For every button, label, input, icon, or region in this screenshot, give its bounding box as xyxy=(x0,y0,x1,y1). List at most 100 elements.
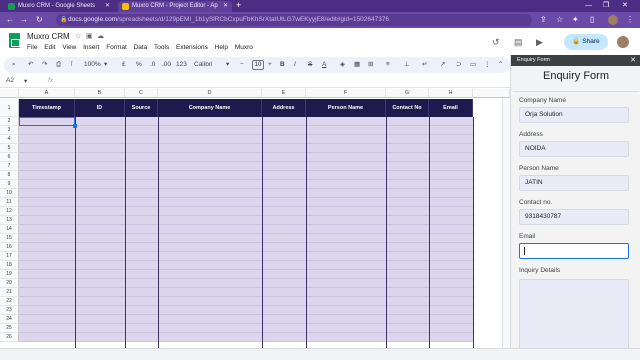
redo-icon[interactable]: ↷ xyxy=(42,60,47,70)
tab-project-editor[interactable]: Muxro CRM - Project Editor - Ap ✕ xyxy=(118,1,232,12)
table-row[interactable] xyxy=(19,315,473,324)
row-header[interactable]: 14 xyxy=(0,225,19,234)
profile-avatar[interactable] xyxy=(608,15,618,25)
email-field[interactable] xyxy=(519,243,629,259)
vertical-align-icon[interactable]: ⊥ xyxy=(404,60,410,70)
table-row[interactable] xyxy=(19,234,473,243)
row-header[interactable]: 10 xyxy=(0,189,19,198)
row-header[interactable]: 5 xyxy=(0,144,19,153)
star-icon[interactable]: ☆ xyxy=(75,32,81,40)
close-tab-icon[interactable]: ✕ xyxy=(105,1,110,12)
new-tab-icon[interactable]: + xyxy=(236,0,241,11)
row-header[interactable]: 13 xyxy=(0,216,19,225)
close-tab-icon[interactable]: ✕ xyxy=(223,1,228,12)
menu-tools[interactable]: Tools xyxy=(154,44,169,51)
table-row[interactable] xyxy=(19,279,473,288)
row-header[interactable]: 12 xyxy=(0,207,19,216)
table-row[interactable] xyxy=(19,288,473,297)
percent-format-button[interactable]: % xyxy=(136,60,142,70)
row-header[interactable]: 6 xyxy=(0,153,19,162)
text-rotation-icon[interactable]: ↗ xyxy=(440,60,445,70)
row-header[interactable]: 17 xyxy=(0,252,19,261)
table-row[interactable] xyxy=(19,261,473,270)
sheets-logo-icon[interactable] xyxy=(9,33,20,48)
table-row[interactable] xyxy=(19,297,473,306)
table-row[interactable] xyxy=(19,198,473,207)
move-folder-icon[interactable]: ▣ xyxy=(86,32,93,40)
table-row[interactable] xyxy=(19,153,473,162)
paint-format-icon[interactable]: ⊺ xyxy=(70,60,73,70)
italic-button[interactable]: I xyxy=(294,60,296,70)
company-name-field[interactable]: Orja Solution xyxy=(519,107,629,123)
header-cell-timestamp[interactable]: Timestamp xyxy=(19,99,75,117)
table-row[interactable] xyxy=(19,207,473,216)
column-header-c[interactable]: C xyxy=(125,89,158,98)
menu-file[interactable]: File xyxy=(27,44,37,51)
merge-cells-icon[interactable]: ⊞ xyxy=(368,60,373,70)
header-cell-address[interactable]: Address xyxy=(262,99,306,117)
url-input[interactable]: 🔒 docs.google.com/spreadsheets/d/129pEMI… xyxy=(56,14,532,26)
text-wrap-icon[interactable]: ↵ xyxy=(422,60,427,70)
header-cell-id[interactable]: ID xyxy=(75,99,125,117)
row-header[interactable]: 26 xyxy=(0,333,19,342)
font-size-increase-icon[interactable]: + xyxy=(268,60,272,70)
row-header[interactable]: 16 xyxy=(0,243,19,252)
user-avatar[interactable] xyxy=(616,35,630,49)
row-header[interactable]: 9 xyxy=(0,180,19,189)
row-header[interactable]: 15 xyxy=(0,234,19,243)
currency-format-button[interactable]: £ xyxy=(122,60,126,70)
person-name-field[interactable]: JATIN xyxy=(519,175,629,191)
strikethrough-button[interactable]: S xyxy=(308,60,312,70)
row-header[interactable]: 1 xyxy=(0,99,19,117)
formula-input[interactable] xyxy=(62,77,502,87)
fill-handle[interactable] xyxy=(73,124,77,128)
collapse-toolbar-icon[interactable]: ⌃ xyxy=(498,60,503,70)
row-header[interactable]: 4 xyxy=(0,135,19,144)
undo-icon[interactable]: ↶ xyxy=(28,60,33,70)
header-cell-person-name[interactable]: Person Name xyxy=(306,99,386,117)
more-formats-button[interactable]: 123 xyxy=(176,60,187,70)
table-row[interactable] xyxy=(19,171,473,180)
font-select[interactable]: Calibri xyxy=(194,60,212,70)
maximize-icon[interactable]: ❐ xyxy=(603,0,609,12)
spreadsheet-grid[interactable]: A B C D E F G H 1 2 3 4 5 6 7 8 9 10 11 12 13 14 15 16 1… xyxy=(0,89,510,349)
comment-icon[interactable]: ▭ xyxy=(470,60,476,70)
chevron-down-icon[interactable]: ▾ xyxy=(24,77,27,85)
menu-view[interactable]: View xyxy=(62,44,76,51)
fill-color-icon[interactable]: ◈ xyxy=(340,60,345,70)
selected-cell-a2[interactable] xyxy=(19,117,75,126)
print-icon[interactable]: ⎙ xyxy=(56,60,61,70)
font-size-input[interactable]: 10 xyxy=(252,60,264,70)
row-header[interactable]: 8 xyxy=(0,171,19,180)
table-row[interactable] xyxy=(19,162,473,171)
row-header[interactable]: 20 xyxy=(0,279,19,288)
table-row[interactable] xyxy=(19,126,473,135)
header-cell-email[interactable]: Email xyxy=(429,99,473,117)
contact-no-field[interactable]: 9318430787 xyxy=(519,209,629,225)
table-row[interactable] xyxy=(19,324,473,333)
cloud-status-icon[interactable]: ☁ xyxy=(97,32,104,40)
back-icon[interactable]: ← xyxy=(6,14,14,26)
sidebar-icon[interactable]: ▯ xyxy=(590,14,594,26)
zoom-select[interactable]: 100% xyxy=(84,60,101,70)
column-header-h[interactable]: H xyxy=(429,89,473,98)
column-header-a[interactable]: A xyxy=(19,89,75,98)
select-all-corner[interactable] xyxy=(0,89,19,98)
name-box[interactable]: A2 xyxy=(6,77,14,84)
comments-icon[interactable]: ▤ xyxy=(514,37,523,48)
row-header[interactable]: 11 xyxy=(0,198,19,207)
menu-edit[interactable]: Edit xyxy=(44,44,55,51)
document-title[interactable]: Muxro CRM xyxy=(27,32,70,41)
row-header[interactable]: 3 xyxy=(0,126,19,135)
vertical-scrollbar[interactable] xyxy=(502,98,510,348)
extensions-icon[interactable]: ✦ xyxy=(572,14,579,26)
share-page-icon[interactable]: ⇪ xyxy=(540,14,547,26)
search-icon[interactable]: ⌕ xyxy=(12,60,16,70)
menu-data[interactable]: Data xyxy=(134,44,148,51)
column-header-b[interactable]: B xyxy=(75,89,125,98)
row-header[interactable]: 18 xyxy=(0,261,19,270)
row-header[interactable]: 7 xyxy=(0,162,19,171)
menu-muxro[interactable]: Muxro xyxy=(235,44,253,51)
table-row[interactable] xyxy=(19,144,473,153)
table-row[interactable] xyxy=(19,180,473,189)
